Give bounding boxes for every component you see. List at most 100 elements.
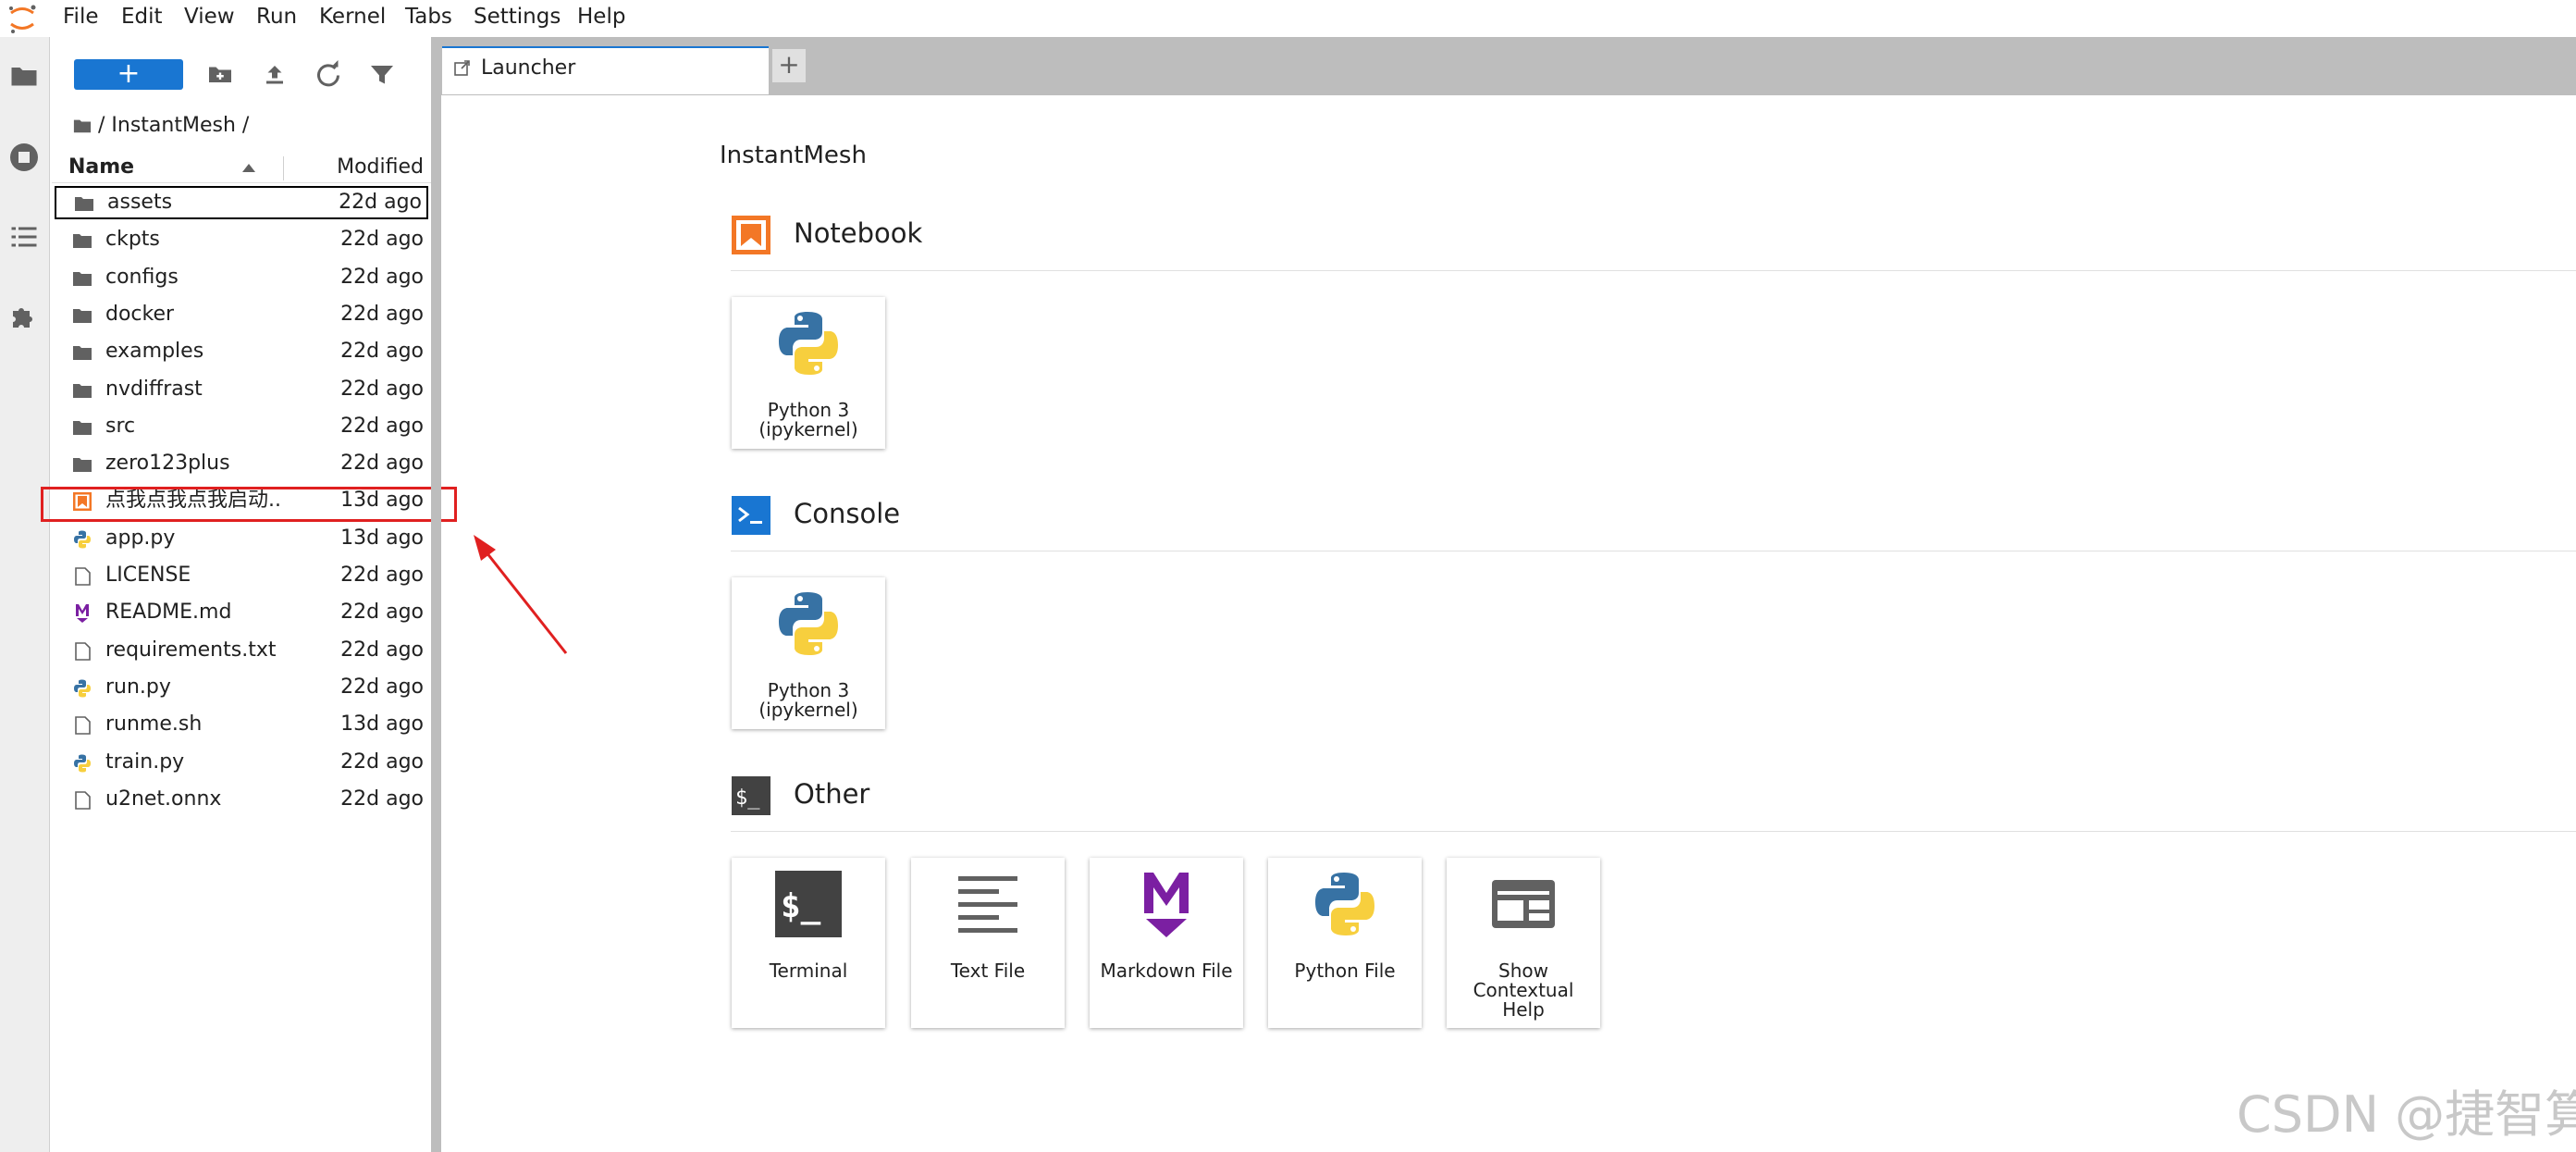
terminal-icon: $_ xyxy=(775,871,842,937)
file-modified: 22d ago xyxy=(340,675,424,699)
notebook-python3-card[interactable]: Python 3 (ipykernel) xyxy=(732,297,885,449)
file-name: zero123plus xyxy=(105,452,230,476)
file-row[interactable]: app.py 13d ago xyxy=(52,521,431,556)
menu-settings[interactable]: Settings xyxy=(474,0,561,37)
folder-icon xyxy=(72,230,92,251)
file-row[interactable]: requirements.txt 22d ago xyxy=(52,633,431,668)
file-row[interactable]: nvdiffrast 22d ago xyxy=(52,372,431,407)
file-row[interactable]: configs 22d ago xyxy=(52,260,431,295)
card-label: Terminal xyxy=(769,960,848,982)
extension-puzzle-icon[interactable] xyxy=(7,300,41,333)
card-label-line2: (ipykernel) xyxy=(758,699,858,721)
file-name: run.py xyxy=(105,675,171,699)
launcher-cwd-title: InstantMesh xyxy=(720,142,867,169)
activity-bar xyxy=(0,37,50,1152)
annotation-arrow-icon xyxy=(474,535,568,654)
file-name: README.md xyxy=(105,601,232,625)
card-label: Python File xyxy=(1294,960,1396,982)
file-name: docker xyxy=(105,302,175,326)
watermark: CSDN @捷智算 xyxy=(2237,1085,2576,1144)
file-row[interactable]: src 22d ago xyxy=(52,409,431,444)
notebook-section-title: Notebook xyxy=(794,217,923,249)
menu-help[interactable]: Help xyxy=(577,0,625,37)
folder-icon[interactable] xyxy=(7,59,41,93)
column-header-modified[interactable]: Modified xyxy=(337,153,424,182)
python-file-card[interactable]: Python File xyxy=(1268,858,1422,1028)
console-python3-card[interactable]: Python 3 (ipykernel) xyxy=(732,577,885,729)
folder-icon xyxy=(72,454,92,475)
menu-run[interactable]: Run xyxy=(256,0,297,37)
new-folder-icon[interactable] xyxy=(203,57,237,91)
file-list-header: Name Modified xyxy=(52,153,431,183)
file-name: app.py xyxy=(105,526,176,550)
file-row[interactable]: assets 22d ago xyxy=(54,185,429,220)
file-modified: 22d ago xyxy=(340,377,424,401)
tab-launcher[interactable]: Launcher xyxy=(442,46,769,95)
panel-splitter[interactable] xyxy=(431,37,441,1152)
file-icon xyxy=(72,641,92,662)
folder-icon xyxy=(72,342,92,363)
running-kernels-icon[interactable] xyxy=(7,141,41,174)
file-icon xyxy=(72,790,92,811)
menu-file[interactable]: File xyxy=(63,0,99,37)
menu-edit[interactable]: Edit xyxy=(121,0,163,37)
annotation-highlight-box xyxy=(41,487,457,522)
file-modified: 22d ago xyxy=(340,749,424,774)
file-row[interactable]: README.md 22d ago xyxy=(52,595,431,630)
text-file-card[interactable]: Text File xyxy=(911,858,1065,1028)
markdown-file-card[interactable]: Markdown File xyxy=(1090,858,1243,1028)
menu-kernel[interactable]: Kernel xyxy=(319,0,386,37)
refresh-icon[interactable] xyxy=(312,57,345,91)
file-modified: 22d ago xyxy=(340,265,424,289)
jupyter-logo-icon xyxy=(9,5,36,33)
python-logo-icon xyxy=(779,312,838,375)
file-row[interactable]: u2net.onnx 22d ago xyxy=(52,782,431,817)
python-icon xyxy=(72,678,92,699)
table-of-contents-icon[interactable] xyxy=(7,220,41,254)
file-row[interactable]: runme.sh 13d ago xyxy=(52,707,431,742)
column-header-name[interactable]: Name xyxy=(68,153,134,182)
markdown-icon xyxy=(72,603,92,624)
notebook-section-divider xyxy=(731,270,2576,271)
file-browser: + / InstantMesh / Name Modified assets 22… xyxy=(50,37,431,1152)
filter-icon[interactable] xyxy=(365,57,399,91)
breadcrumb[interactable]: / InstantMesh / xyxy=(72,111,249,141)
card-label-line1: Python 3 xyxy=(767,679,850,701)
folder-icon xyxy=(72,417,92,438)
card-label: Text File xyxy=(950,960,1026,982)
file-row[interactable]: LICENSE 22d ago xyxy=(52,558,431,593)
file-row[interactable]: run.py 22d ago xyxy=(52,670,431,705)
sort-ascending-icon[interactable] xyxy=(242,164,255,172)
upload-icon[interactable] xyxy=(258,57,291,91)
file-name: ckpts xyxy=(105,228,160,252)
menu-view[interactable]: View xyxy=(184,0,235,37)
python-icon xyxy=(72,529,92,550)
file-row[interactable]: examples 22d ago xyxy=(52,334,431,369)
card-label-line2: (ipykernel) xyxy=(758,418,858,440)
notebook-section-icon xyxy=(732,216,770,254)
svg-text:$_: $_ xyxy=(735,787,760,810)
contextual-help-card[interactable]: Show Contextual Help xyxy=(1447,858,1600,1028)
file-row[interactable]: ckpts 22d ago xyxy=(52,222,431,257)
file-row[interactable]: train.py 22d ago xyxy=(52,745,431,780)
folder-icon xyxy=(74,193,94,214)
other-section-title: Other xyxy=(794,778,870,810)
column-divider[interactable] xyxy=(283,156,284,180)
file-name: train.py xyxy=(105,749,185,774)
file-row[interactable]: zero123plus 22d ago xyxy=(52,446,431,481)
card-label-line1: Python 3 xyxy=(767,399,850,421)
file-name: assets xyxy=(107,191,173,214)
file-name: src xyxy=(105,414,136,438)
terminal-card[interactable]: $_ Terminal xyxy=(732,858,885,1028)
add-tab-button[interactable]: + xyxy=(771,48,807,83)
tab-bar-divider xyxy=(441,94,2576,95)
menu-bar: File Edit View Run Kernel Tabs Settings … xyxy=(0,0,2576,37)
file-modified: 22d ago xyxy=(340,638,424,662)
menu-tabs[interactable]: Tabs xyxy=(405,0,452,37)
file-modified: 13d ago xyxy=(340,712,424,737)
file-modified: 22d ago xyxy=(340,787,424,811)
markdown-icon xyxy=(1144,873,1189,937)
file-row[interactable]: docker 22d ago xyxy=(52,297,431,332)
new-launcher-button[interactable]: + xyxy=(74,59,183,90)
python-logo-icon xyxy=(779,592,838,655)
